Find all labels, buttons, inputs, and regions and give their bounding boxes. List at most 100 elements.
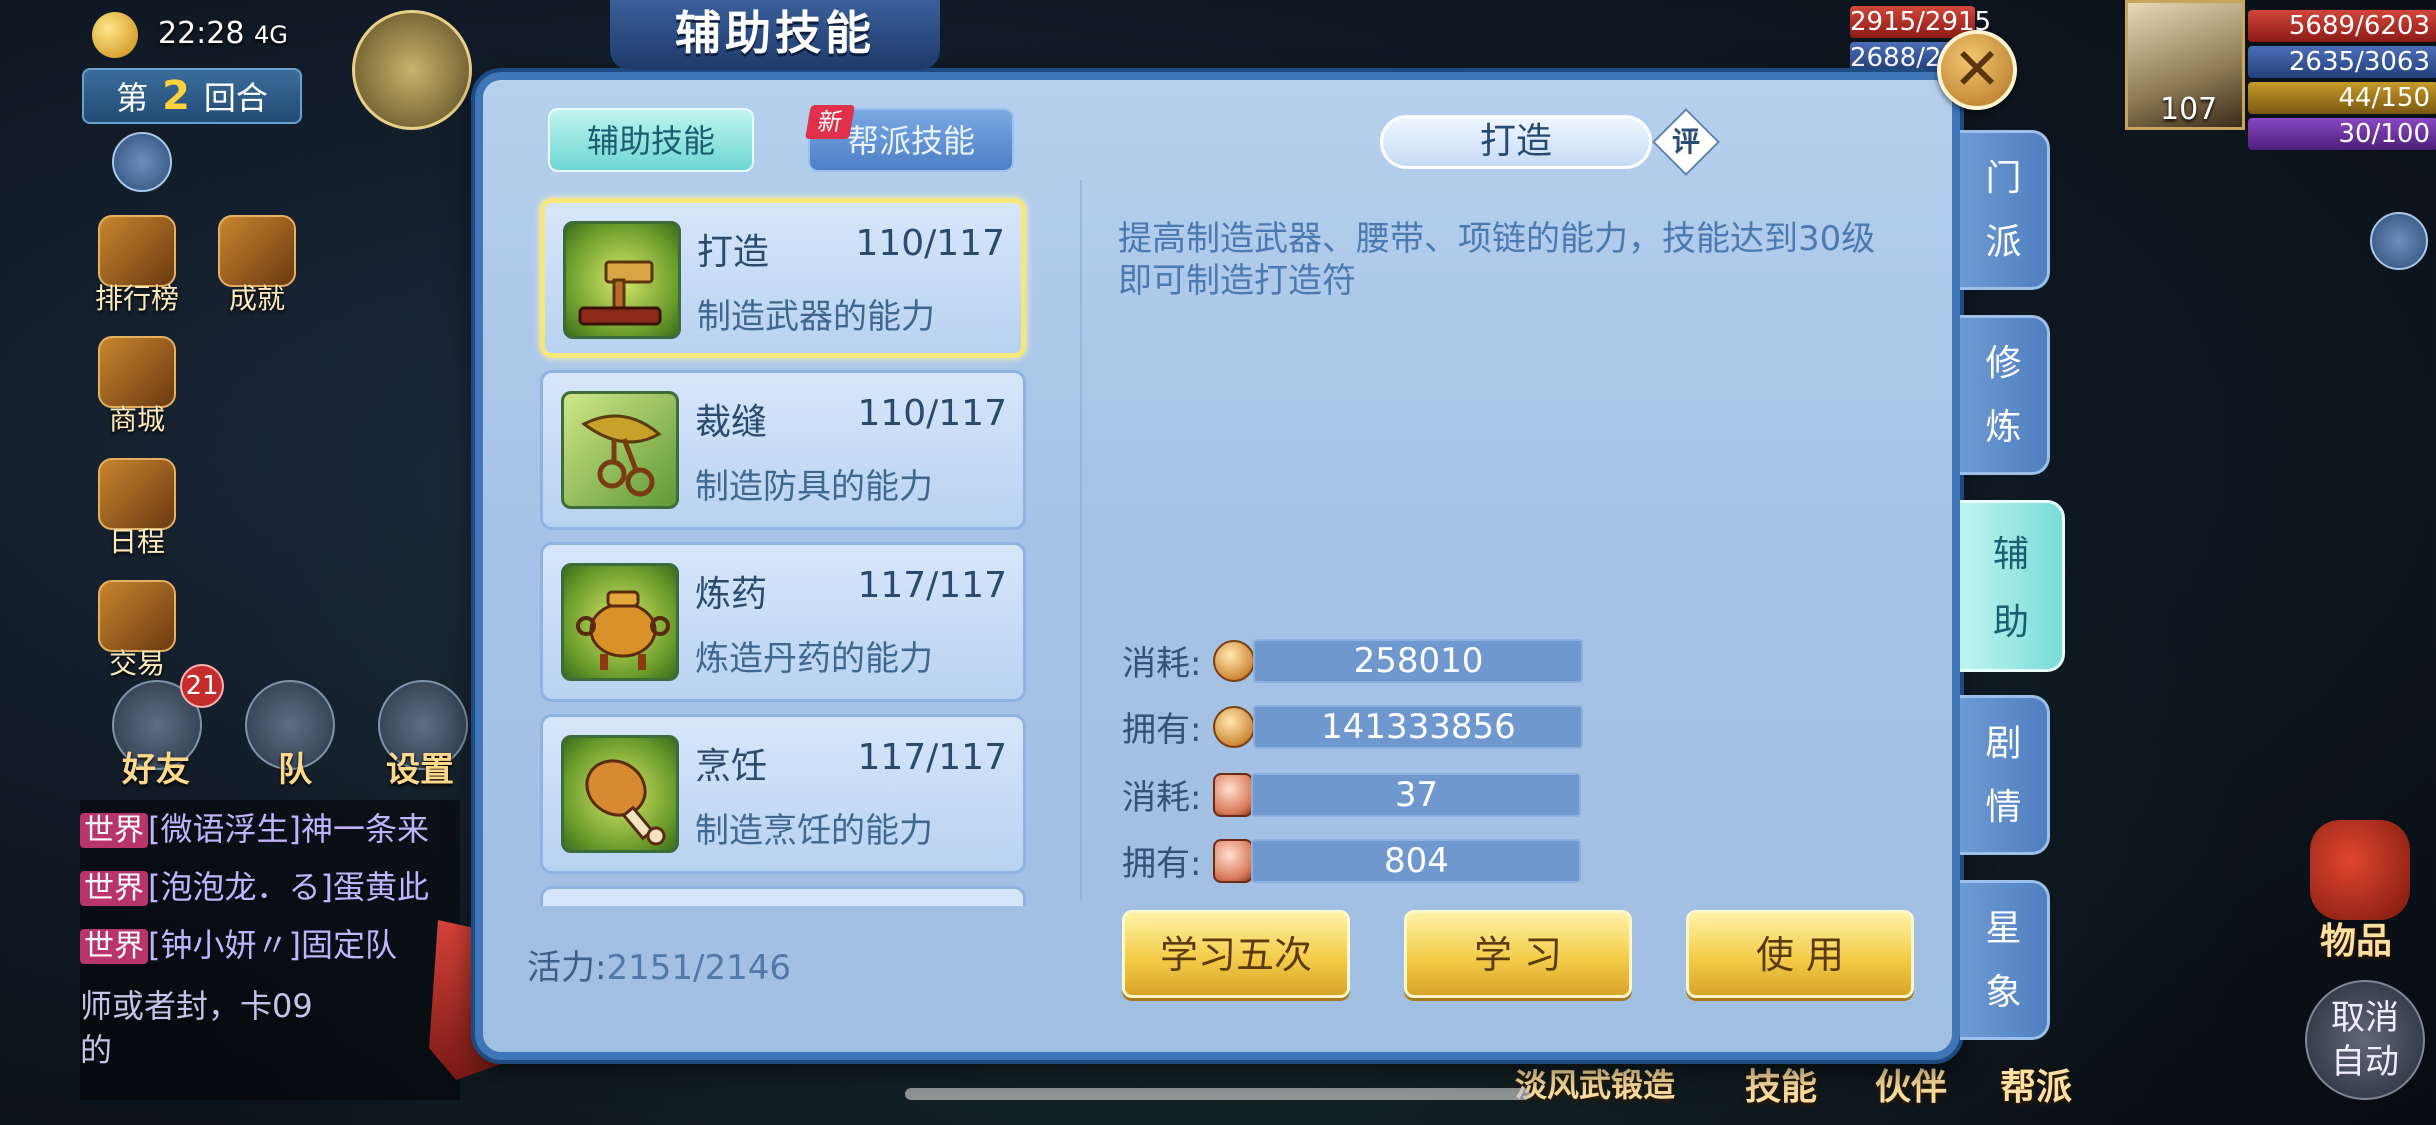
pet-avatar[interactable] (352, 10, 472, 130)
skill-detail-description: 提高制造武器、腰带、项链的能力，技能达到30级 即可制造打造符 (1118, 218, 1918, 302)
side-tab-story[interactable]: 剧 情 (1960, 695, 2050, 855)
cancel-auto-button[interactable]: 取消 自动 (2305, 980, 2425, 1100)
vitality-value: 2151/2146 (606, 948, 791, 988)
skill-item-forging[interactable]: 打造 110/117 制造武器的能力 (540, 198, 1026, 358)
scissors-icon (561, 391, 679, 509)
chat-message: [微语浮生]神一条来 (148, 810, 429, 848)
player-level: 107 (2160, 92, 2218, 127)
side-tab-char: 剧 (1985, 723, 2022, 764)
cancel-auto-label-1: 取消 (2331, 998, 2399, 1038)
learn-five-times-button[interactable]: 学习五次 (1122, 910, 1350, 998)
skill-level: 110/117 (855, 223, 1005, 264)
chat-message: 的 (80, 1031, 113, 1069)
cost-row-contribution-owned: 拥有: 804 (1122, 836, 1582, 885)
side-tab-astrology[interactable]: 星 象 (1960, 880, 2050, 1040)
learn-button[interactable]: 学 习 (1404, 910, 1632, 998)
round-number: 2 (162, 73, 190, 119)
side-tab-char: 情 (1985, 787, 2022, 828)
cost-row-contribution-cost: 消耗: 37 (1122, 770, 1582, 819)
skill-item-alchemy[interactable]: 炼药 117/117 炼造丹药的能力 (540, 542, 1026, 702)
side-tab-sect[interactable]: 门 派 (1960, 130, 2050, 290)
skill-description: 制造防具的能力 (695, 467, 933, 507)
player-sp-bar: 44/150 (2248, 82, 2436, 114)
side-tab-char: 象 (1985, 972, 2022, 1013)
bottom-nav-skills[interactable]: 技能 (1745, 1058, 1817, 1110)
side-tab-cultivation[interactable]: 修 炼 (1960, 315, 2050, 475)
home-indicator-bar (905, 1088, 1530, 1100)
use-button[interactable]: 使 用 (1686, 910, 1914, 998)
contribution-token-icon (1213, 838, 1254, 883)
skill-description: 炼造丹药的能力 (695, 639, 933, 679)
coin-icon (1213, 705, 1256, 748)
round-counter: 第 2 回合 (82, 68, 302, 124)
close-button[interactable]: ✕ (1937, 30, 2017, 110)
player-status-bars: 5689/6203 2635/3063 44/150 30/100 (2248, 10, 2436, 150)
inventory-bag-icon[interactable] (2310, 820, 2410, 920)
side-tab-char: 辅 (1992, 534, 2029, 575)
cost-row-money-owned: 拥有: 141333856 (1122, 702, 1584, 751)
leaderboard-label: 排行榜 (94, 282, 179, 315)
coin-status-icon (92, 12, 138, 58)
bottom-nav-guild[interactable]: 帮派 (2000, 1058, 2072, 1110)
schedule-button[interactable]: 日程 (92, 458, 182, 560)
minimap-toggle-button[interactable] (2370, 212, 2428, 270)
clock-time: 22:28 (158, 16, 245, 51)
side-tab-char: 修 (1985, 343, 2022, 384)
pet-hp-bar: 2915/2915 (1850, 6, 1992, 38)
new-badge: 新 (805, 105, 855, 139)
tab-label: 帮派技能 (846, 122, 975, 160)
player-mp-bar: 2635/3063 (2248, 46, 2436, 78)
shop-button[interactable]: 商城 (92, 336, 182, 438)
skill-description: 制造烹饪的能力 (695, 811, 933, 851)
side-tab-char: 派 (1985, 222, 2022, 263)
cost-row-money-cost: 消耗: 258010 (1122, 636, 1584, 685)
skill-list[interactable]: 打造 110/117 制造武器的能力 裁缝 110/117 制造防具的能力 炼药… (530, 186, 1034, 906)
player-hp-bar: 5689/6203 (2248, 10, 2436, 42)
schedule-label: 日程 (108, 525, 165, 558)
player-xp-bar: 30/100 (2248, 118, 2436, 150)
modal-title: 辅助技能 (610, 0, 940, 70)
inventory-label: 物品 (2320, 921, 2393, 962)
hammer-icon (563, 221, 681, 339)
trade-button[interactable]: 交易 (92, 580, 182, 682)
status-bar: 22:28 4G (158, 16, 288, 51)
chat-line: 世界 [钟小妍〃]固定队 (80, 916, 460, 974)
tab-label: 辅助技能 (586, 122, 715, 160)
round-prefix: 第 (116, 79, 149, 117)
tab-auxiliary-skills[interactable]: 辅助技能 (548, 108, 754, 172)
drumstick-icon (561, 735, 679, 853)
owned-label: 拥有: (1122, 710, 1202, 750)
team-label: 队 (278, 750, 312, 790)
detail-title-text: 打造 (1479, 121, 1552, 162)
cauldron-icon (561, 563, 679, 681)
skill-name: 裁缝 (695, 402, 768, 443)
side-tab-char: 助 (1992, 602, 2029, 643)
cancel-auto-label-2: 自动 (2331, 1042, 2399, 1082)
side-tab-auxiliary[interactable]: 辅 助 (1960, 500, 2065, 672)
owned-label: 拥有: (1122, 844, 1202, 884)
skill-description: 制造武器的能力 (697, 297, 935, 337)
chat-panel[interactable]: 世界 [微语浮生]神一条来 世界 [泡泡龙．る]蛋黄此 世界 [钟小妍〃]固定队 师或… (80, 800, 460, 1100)
skill-name: 打造 (697, 232, 770, 273)
panel-divider (1080, 180, 1082, 900)
button-label: 学习五次 (1159, 933, 1312, 977)
skill-item-cooking[interactable]: 烹饪 117/117 制造烹饪的能力 (540, 714, 1026, 874)
achievement-button[interactable]: 成就 (212, 215, 302, 317)
hud-toggle-button[interactable] (112, 132, 172, 192)
description-line: 即可制造打造符 (1118, 261, 1356, 301)
bottom-nav-partners[interactable]: 伙伴 (1875, 1058, 1947, 1110)
vitality-label: 活力: (527, 948, 607, 988)
chat-message: [钟小妍〃]固定队 (148, 926, 397, 964)
side-tab-char: 炼 (1985, 407, 2022, 448)
skill-name: 烹饪 (695, 746, 768, 787)
skill-item-partial[interactable] (540, 886, 1026, 906)
shop-label: 商城 (108, 403, 165, 436)
skill-item-tailoring[interactable]: 裁缝 110/117 制造防具的能力 (540, 370, 1026, 530)
leaderboard-button[interactable]: 排行榜 (92, 215, 182, 317)
chat-line: 世界 [泡泡龙．る]蛋黄此 (80, 858, 460, 916)
skill-level: 117/117 (857, 565, 1007, 606)
trade-label: 交易 (108, 647, 165, 680)
bottom-nav-forge[interactable]: 淡风武锻造 (1515, 1060, 1675, 1106)
close-icon: ✕ (1952, 35, 2002, 103)
side-tab-char: 门 (1985, 158, 2022, 199)
